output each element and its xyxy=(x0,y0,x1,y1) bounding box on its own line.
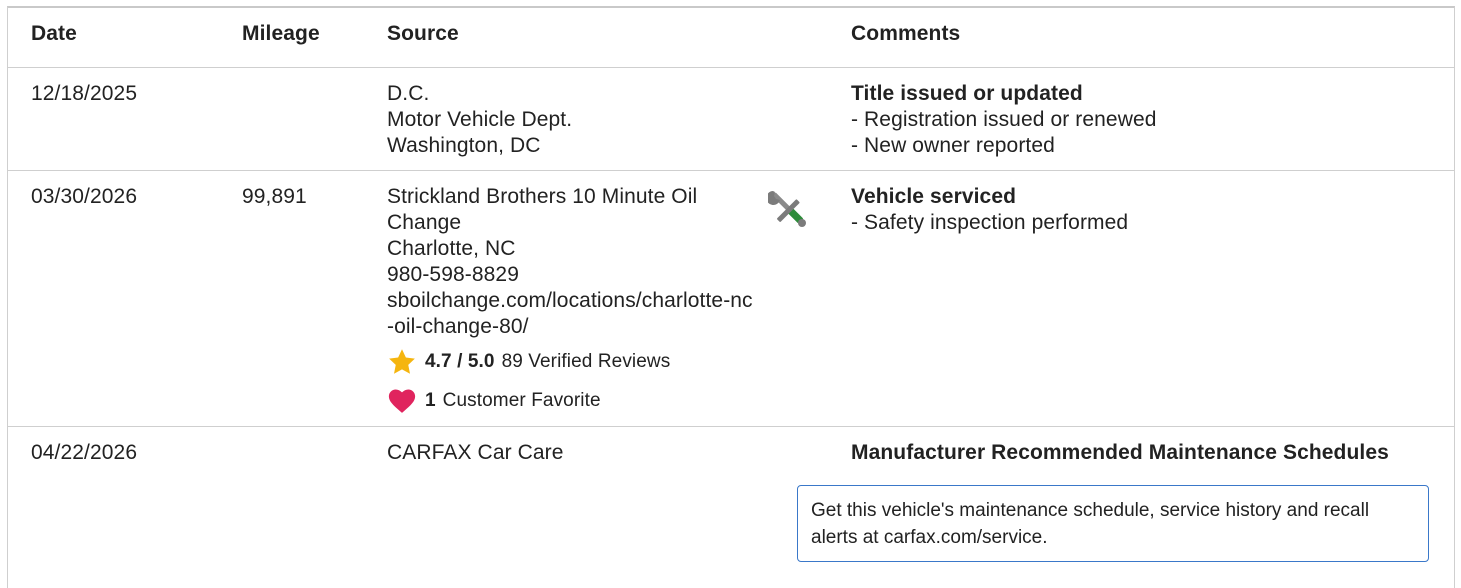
source-line: Washington, DC xyxy=(387,134,541,157)
table-header: Date Mileage Source Comments xyxy=(8,8,1454,68)
shop-name-link[interactable]: Strickland Brothers 10 Minute Oil Change xyxy=(387,184,757,236)
table-row: 03/30/2026 99,891 Strickland Brothers 10… xyxy=(8,171,1454,427)
comment-title: Vehicle serviced xyxy=(851,185,1017,208)
row-date: 04/22/2026 xyxy=(31,441,138,464)
shop-rating[interactable]: 4.7 / 5.0 89 Verified Reviews xyxy=(387,345,757,379)
row-source: D.C. Motor Vehicle Dept. Washington, DC xyxy=(387,81,757,159)
rating-reviews: 89 Verified Reviews xyxy=(501,351,671,372)
source-line: D.C. xyxy=(387,82,430,105)
source-name: CARFAX Car Care xyxy=(387,441,564,464)
comment-item: Safety inspection performed xyxy=(851,210,1441,236)
shop-website-link[interactable]: sboilchange.com/locations/charlotte-nc-o… xyxy=(387,288,757,340)
maintenance-notice[interactable]: Get this vehicle's maintenance schedule,… xyxy=(797,485,1429,562)
header-mileage: Mileage xyxy=(242,22,320,45)
shop-phone[interactable]: 980-598-8829 xyxy=(387,262,757,288)
favorite-count: 1 xyxy=(425,390,436,411)
favorite-label: Customer Favorite xyxy=(442,390,601,411)
comment-title: Title issued or updated xyxy=(851,82,1083,105)
source-line: Motor Vehicle Dept. xyxy=(387,108,573,131)
row-source: CARFAX Car Care xyxy=(387,440,757,466)
history-table: Date Mileage Source Comments 12/18/2025 … xyxy=(7,6,1455,588)
row-mileage: 99,891 xyxy=(242,185,307,208)
comment-item: Registration issued or renewed xyxy=(851,107,1441,133)
row-date: 03/30/2026 xyxy=(31,185,138,208)
row-comments: Vehicle serviced Safety inspection perfo… xyxy=(851,184,1441,236)
table-row: 04/22/2026 CARFAX Car Care Manufacturer … xyxy=(8,427,1454,587)
row-date: 12/18/2025 xyxy=(31,82,138,105)
header-source: Source xyxy=(387,22,459,45)
heart-icon xyxy=(387,386,417,416)
rating-value: 4.7 / 5.0 xyxy=(425,351,495,372)
header-comments: Comments xyxy=(851,22,961,45)
comment-item: New owner reported xyxy=(851,133,1441,159)
table-row: 12/18/2025 D.C. Motor Vehicle Dept. Wash… xyxy=(8,68,1454,171)
shop-favorite[interactable]: 1 Customer Favorite xyxy=(387,384,757,418)
header-date: Date xyxy=(31,22,77,45)
row-comments: Title issued or updated Registration iss… xyxy=(851,81,1441,159)
star-icon xyxy=(387,347,417,377)
row-source: Strickland Brothers 10 Minute Oil Change… xyxy=(387,184,757,418)
shop-location: Charlotte, NC xyxy=(387,237,516,260)
service-tools-icon xyxy=(766,189,810,231)
row-comments: Manufacturer Recommended Maintenance Sch… xyxy=(851,440,1441,466)
comment-title: Manufacturer Recommended Maintenance Sch… xyxy=(851,441,1389,464)
